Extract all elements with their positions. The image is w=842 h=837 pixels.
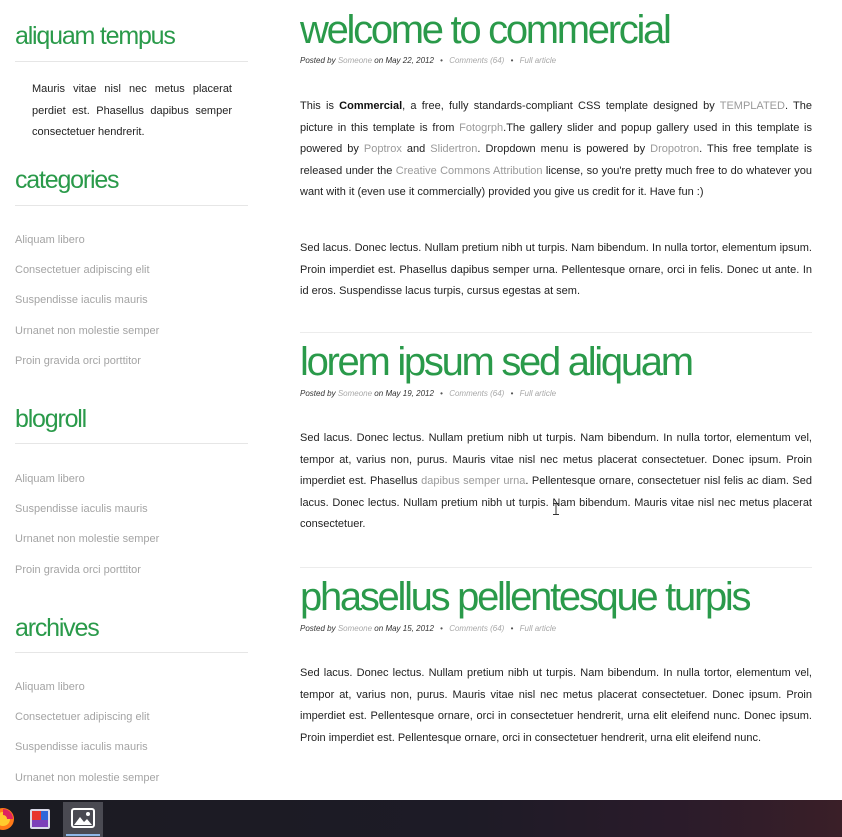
sidebar: aliquam tempus Mauris vitae nisl nec met… (0, 0, 262, 800)
app-icon[interactable] (28, 806, 54, 832)
post-title-link[interactable]: welcome to commercial (300, 8, 672, 52)
list-item: Proin gravida orci porttitor (15, 560, 159, 590)
list-item: Suspendisse iaculis mauris (15, 499, 159, 529)
sidebar-heading-blogroll: blogroll (15, 405, 87, 433)
list-item: Urnanet non molestie semper (15, 529, 159, 559)
post-title-link[interactable]: lorem ipsum sed aliquam (300, 340, 694, 384)
firefox-icon[interactable] (0, 806, 16, 832)
divider (15, 652, 248, 653)
text-run: . Dropdown menu is powered by (477, 143, 651, 156)
blogroll-link[interactable]: Urnanet non molestie semper (15, 533, 159, 545)
separator: • (510, 624, 514, 633)
full-article-link[interactable]: Full article (520, 389, 556, 398)
post-meta: Posted by Someone on May 22, 2012 • Comm… (300, 56, 556, 65)
list-item: Aliquam libero (15, 230, 159, 260)
list-item: Urnanet non molestie semper (15, 321, 159, 351)
post-title-link[interactable]: phasellus pellentesque turpis (300, 575, 752, 619)
slidertron-link[interactable]: Slidertron (430, 143, 477, 155)
list-item: Proin gravida orci porttitor (15, 351, 159, 381)
comments-link[interactable]: Comments (64) (449, 624, 504, 633)
divider (15, 443, 248, 444)
main-content: welcome to commercial Posted by Someone … (300, 0, 812, 800)
divider (15, 61, 248, 62)
sidebar-heading-categories: categories (15, 166, 120, 194)
blogroll-list: Aliquam libero Suspendisse iaculis mauri… (15, 469, 159, 590)
image-viewer-icon[interactable] (70, 805, 96, 831)
sidebar-heading-about: aliquam tempus (15, 22, 176, 50)
post-date: May 22, 2012 (385, 56, 434, 65)
post-body-text: Sed lacus. Donec lectus. Nullam pretium … (300, 667, 812, 744)
text-run: and (401, 143, 431, 156)
category-link[interactable]: Aliquam libero (15, 234, 85, 246)
post-title[interactable]: phasellus pellentesque turpis (300, 575, 752, 619)
posted-by-label: Posted by (300, 56, 336, 65)
author-link[interactable]: Someone (338, 624, 372, 633)
active-indicator (66, 834, 100, 836)
on-label: on (374, 624, 384, 633)
text-run: , a free, fully standards-compliant CSS … (402, 100, 720, 112)
category-link[interactable]: Proin gravida orci porttitor (15, 355, 141, 367)
web-page: aliquam tempus Mauris vitae nisl nec met… (0, 0, 842, 800)
post-divider (300, 332, 812, 333)
sidebar-about-text: Mauris vitae nisl nec metus placerat per… (32, 83, 232, 138)
sidebar-heading-archives: archives (15, 614, 100, 642)
archive-link[interactable]: Aliquam libero (15, 681, 85, 693)
category-link[interactable]: Consectetuer adipiscing elit (15, 264, 150, 276)
taskbar (0, 800, 842, 837)
creative-commons-link[interactable]: Creative Commons Attribution (396, 165, 543, 177)
categories-list: Aliquam libero Consectetuer adipiscing e… (15, 230, 159, 381)
post-date: May 15, 2012 (385, 624, 434, 633)
comments-link[interactable]: Comments (64) (449, 389, 504, 398)
post-title[interactable]: lorem ipsum sed aliquam (300, 340, 694, 384)
post-date: May 19, 2012 (385, 389, 434, 398)
separator: • (440, 624, 443, 633)
brand-name: Commercial (339, 100, 403, 112)
separator: • (510, 56, 514, 65)
list-item: Aliquam libero (15, 677, 159, 707)
text-cursor-icon (553, 503, 559, 515)
author-link[interactable]: Someone (338, 56, 372, 65)
blogroll-link[interactable]: Suspendisse iaculis mauris (15, 503, 148, 515)
separator: • (510, 389, 514, 398)
post-meta: Posted by Someone on May 15, 2012 • Comm… (300, 624, 556, 633)
post-body-text: Sed lacus. Donec lectus. Nullam pretium … (300, 242, 812, 298)
posted-by-label: Posted by (300, 389, 336, 398)
full-article-link[interactable]: Full article (520, 624, 556, 633)
category-link[interactable]: Suspendisse iaculis mauris (15, 294, 148, 306)
list-item: Aliquam libero (15, 469, 159, 499)
archives-list: Aliquam libero Consectetuer adipiscing e… (15, 677, 159, 798)
posted-by-label: Posted by (300, 624, 336, 633)
fotogrph-link[interactable]: Fotogrph (459, 122, 503, 134)
on-label: on (374, 389, 384, 398)
blogroll-link[interactable]: Aliquam libero (15, 473, 85, 485)
category-link[interactable]: Urnanet non molestie semper (15, 325, 159, 337)
post-body-text: Sed lacus. Donec lectus. Nullam pretium … (300, 428, 812, 536)
separator: • (440, 389, 443, 398)
blogroll-link[interactable]: Proin gravida orci porttitor (15, 564, 141, 576)
divider (15, 205, 248, 206)
post-intro-text: This is Commercial, a free, fully standa… (300, 96, 812, 204)
separator: • (440, 56, 443, 65)
list-item: Consectetuer adipiscing elit (15, 260, 159, 290)
list-item: Suspendisse iaculis mauris (15, 737, 159, 767)
list-item: Consectetuer adipiscing elit (15, 707, 159, 737)
text-run: This is (300, 100, 340, 112)
templated-link[interactable]: TEMPLATED (720, 100, 785, 112)
on-label: on (374, 56, 384, 65)
archive-link[interactable]: Urnanet non molestie semper (15, 772, 159, 784)
list-item: Urnanet non molestie semper (15, 768, 159, 798)
list-item: Suspendisse iaculis mauris (15, 290, 159, 320)
post-title[interactable]: welcome to commercial (300, 8, 672, 52)
poptrox-link[interactable]: Poptrox (364, 143, 402, 155)
dropotron-link[interactable]: Dropotron (650, 143, 699, 155)
archive-link[interactable]: Consectetuer adipiscing elit (15, 711, 150, 723)
post-divider (300, 567, 812, 568)
full-article-link[interactable]: Full article (520, 56, 556, 65)
post-meta: Posted by Someone on May 19, 2012 • Comm… (300, 389, 556, 398)
archive-link[interactable]: Suspendisse iaculis mauris (15, 741, 148, 753)
dapibus-link[interactable]: dapibus semper urna (421, 475, 525, 487)
comments-link[interactable]: Comments (64) (449, 56, 504, 65)
author-link[interactable]: Someone (338, 389, 372, 398)
